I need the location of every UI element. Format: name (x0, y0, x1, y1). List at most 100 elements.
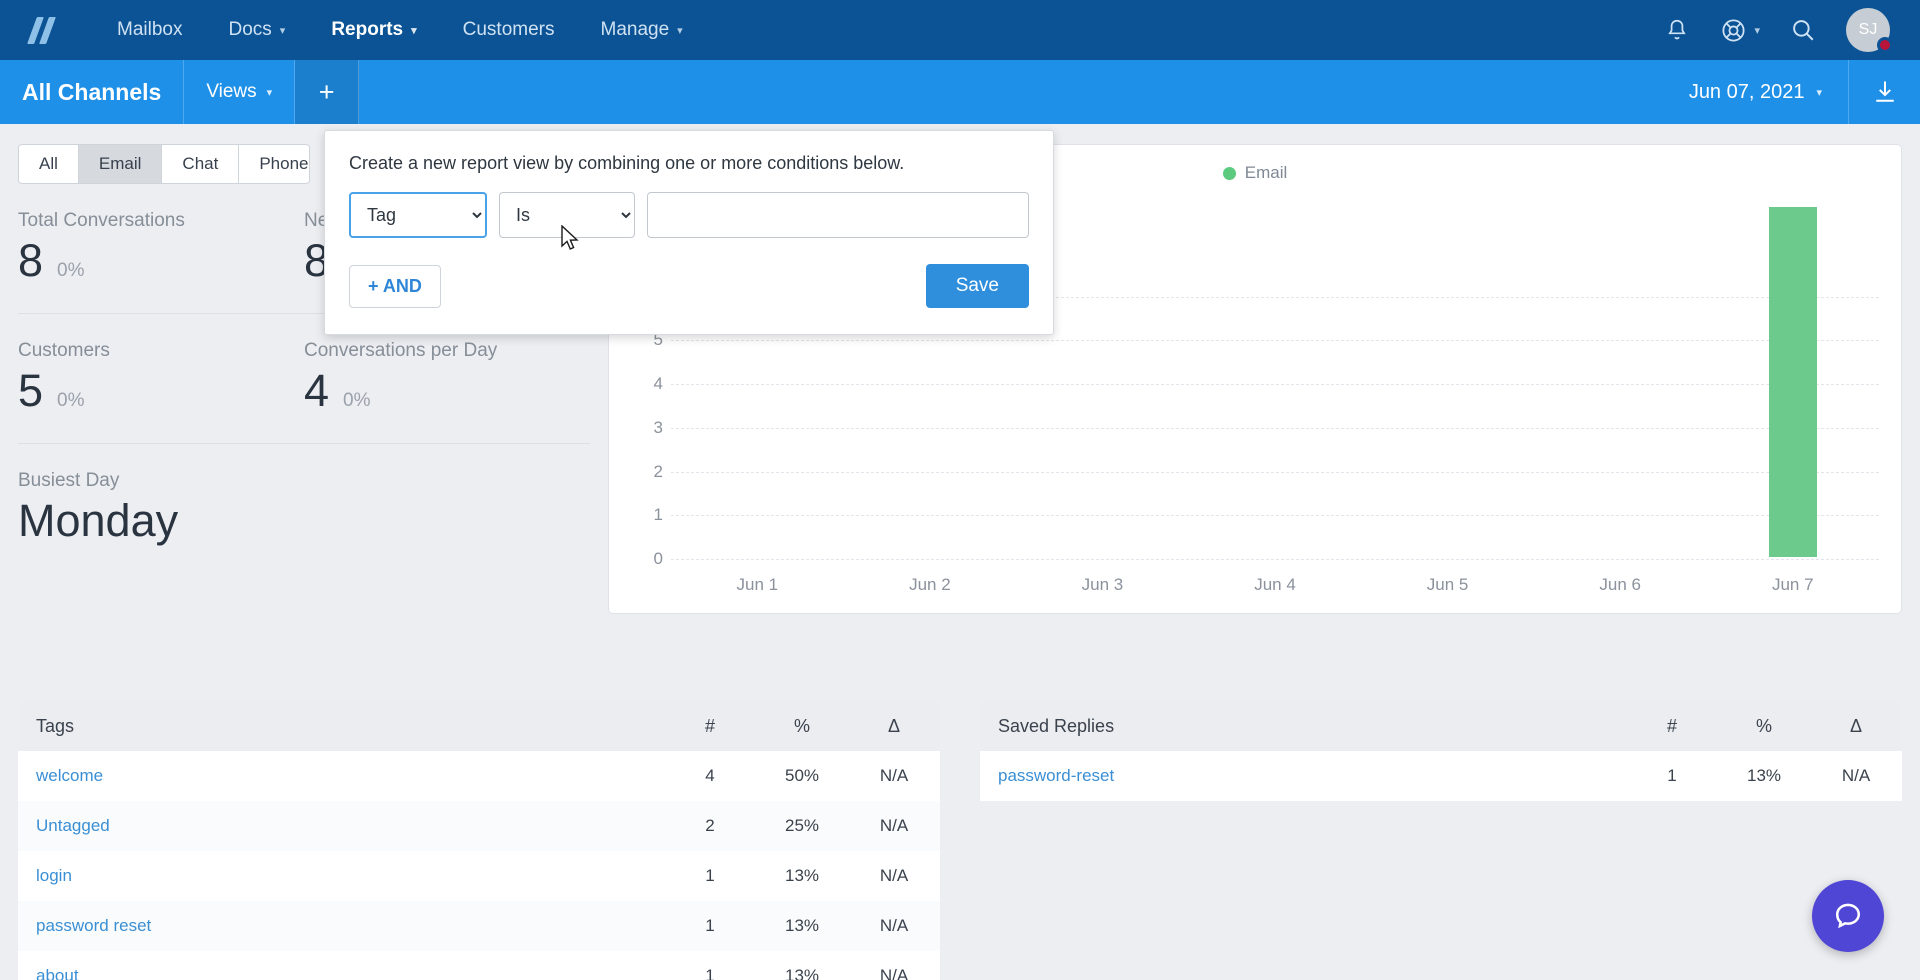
views-dropdown[interactable]: Views ▾ (184, 60, 296, 124)
x-axis-tick: Jun 5 (1426, 575, 1469, 594)
table-row: password-reset 1 13% N/A (980, 751, 1902, 801)
row-name-link[interactable]: welcome (36, 766, 103, 785)
row-pct-cell: 13% (1718, 751, 1810, 801)
stat-value: 5 (18, 365, 44, 417)
x-axis-tick: Jun 2 (909, 575, 951, 594)
table-row: password reset 1 13% N/A (18, 901, 940, 951)
stat-delta: 0% (343, 390, 371, 412)
nav-item-mailbox[interactable]: Mailbox (94, 0, 205, 60)
channel-tab-phone[interactable]: Phone (239, 145, 309, 183)
row-pct-cell: 13% (756, 951, 848, 980)
channel-tab-email[interactable]: Email (78, 145, 163, 183)
stat-label: Conversations per Day (304, 340, 498, 362)
stat-value-wrap: 4 0% (304, 364, 544, 417)
help-beacon-button[interactable] (1812, 880, 1884, 952)
save-button[interactable]: Save (925, 264, 1029, 308)
saved-replies-table: Saved Replies # % Δ password-reset 1 13% N/… (980, 702, 1902, 801)
row-name-link[interactable]: password reset (36, 916, 151, 935)
helpscout-logo-icon[interactable] (26, 13, 68, 47)
date-range-picker[interactable]: Jun 07, 2021 ▾ (1663, 60, 1848, 124)
top-navigation-bar: Mailbox Docs ▾ Reports ▾ Customers Manag… (0, 0, 1920, 60)
nav-item-label: Manage (600, 19, 670, 40)
chevron-down-icon: ▾ (411, 24, 417, 37)
help-lifebuoy-icon[interactable]: ▾ (1720, 17, 1760, 44)
nav-item-label: Reports (331, 19, 404, 40)
channel-tab-chat[interactable]: Chat (162, 145, 240, 183)
subnav-right-actions: Jun 07, 2021 ▾ (1663, 60, 1920, 124)
x-axis-tick: Jun 6 (1599, 575, 1641, 594)
y-axis-tick: 2 (653, 461, 663, 481)
replies-col-delta: Δ (1810, 702, 1902, 751)
channel-tab-all[interactable]: All (19, 145, 79, 183)
chevron-down-icon: ▾ (1754, 24, 1760, 37)
row-count-cell: 1 (1626, 751, 1718, 801)
tags-col-delta: Δ (848, 702, 940, 751)
row-name-link[interactable]: about (36, 966, 79, 980)
date-range-label: Jun 07, 2021 (1688, 80, 1805, 103)
bar-slot (1189, 209, 1362, 557)
add-and-condition-button[interactable]: + AND (349, 264, 441, 308)
top-nav-items: Mailbox Docs ▾ Reports ▾ Customers Manag… (94, 0, 706, 60)
replies-col-pct: % (1718, 702, 1810, 751)
modal-description: Create a new report view by combining on… (349, 153, 905, 173)
modal-footer: + AND Save (349, 264, 1029, 308)
row-delta-cell: N/A (848, 751, 940, 801)
condition-value-input[interactable] (647, 192, 1029, 238)
row-name-link[interactable]: password-reset (998, 766, 1114, 785)
mouse-cursor (560, 224, 580, 258)
legend-label-email: Email (1244, 163, 1288, 182)
saved-replies-table-wrap: Saved Replies # % Δ password-reset 1 13% N/… (980, 702, 1902, 980)
chart-bar[interactable] (1768, 207, 1817, 557)
table-row: login 1 13% N/A (18, 851, 940, 901)
avatar[interactable]: SJ (1846, 8, 1893, 53)
new-view-condition-modal: Create a new report view by combining on… (324, 130, 1054, 335)
x-axis-tick: Jun 3 (1081, 575, 1124, 594)
row-name-cell: Untagged (18, 801, 664, 851)
row-count-cell: 1 (664, 951, 756, 980)
stat-customers: Customers 5 0% (18, 313, 304, 443)
tags-col-count: # (664, 702, 756, 751)
row-name-link[interactable]: Untagged (36, 816, 110, 835)
row-count-cell: 2 (664, 801, 756, 851)
row-pct-cell: 50% (756, 751, 848, 801)
x-axis-tick: Jun 4 (1254, 575, 1296, 594)
row-pct-cell: 25% (756, 801, 848, 851)
download-button[interactable] (1848, 60, 1920, 124)
report-sub-navigation: All Channels Views ▾ + Jun 07, 2021 ▾ (0, 60, 1920, 124)
add-view-button[interactable]: + (295, 60, 360, 124)
row-name-cell: about (18, 951, 664, 980)
stat-value: 8 (18, 235, 44, 286)
row-delta-cell: N/A (848, 851, 940, 901)
row-name-cell: password reset (18, 901, 664, 951)
tags-col-name: Tags (18, 702, 664, 751)
y-axis-tick: 4 (653, 374, 663, 393)
avatar-status-badge (1877, 37, 1893, 53)
stat-value-wrap: 5 0% (18, 364, 258, 417)
replies-col-count: # (1626, 702, 1718, 751)
nav-item-manage[interactable]: Manage ▾ (578, 0, 706, 60)
nav-item-docs[interactable]: Docs ▾ (205, 0, 308, 60)
page-title: All Channels (0, 60, 185, 124)
nav-item-label: Customers (462, 19, 555, 40)
bar-slot (1361, 209, 1534, 557)
channel-filter-tabs: All Email Chat Phone (18, 144, 310, 184)
chevron-down-icon: ▾ (266, 86, 273, 99)
row-pct-cell: 13% (756, 901, 848, 951)
stat-total-conversations: Total Conversations 8 0% (18, 210, 304, 313)
y-axis-tick: 0 (653, 549, 663, 568)
bar-slot (1706, 207, 1879, 557)
table-row: Untagged 2 25% N/A (18, 801, 940, 851)
stat-value: Monday (18, 495, 179, 547)
row-delta-cell: N/A (848, 801, 940, 851)
search-icon[interactable] (1790, 17, 1816, 43)
x-axis-tick: Jun 7 (1771, 575, 1814, 594)
row-pct-cell: 13% (756, 851, 848, 901)
gridline (671, 559, 1879, 560)
notifications-bell-icon[interactable] (1664, 17, 1690, 44)
nav-item-reports[interactable]: Reports ▾ (308, 0, 439, 60)
table-row: about 1 13% N/A (18, 951, 940, 980)
stat-label: Customers (18, 340, 110, 362)
nav-item-customers[interactable]: Customers (440, 0, 578, 60)
row-name-link[interactable]: login (36, 866, 72, 885)
condition-field-select[interactable]: Tag (349, 192, 487, 238)
